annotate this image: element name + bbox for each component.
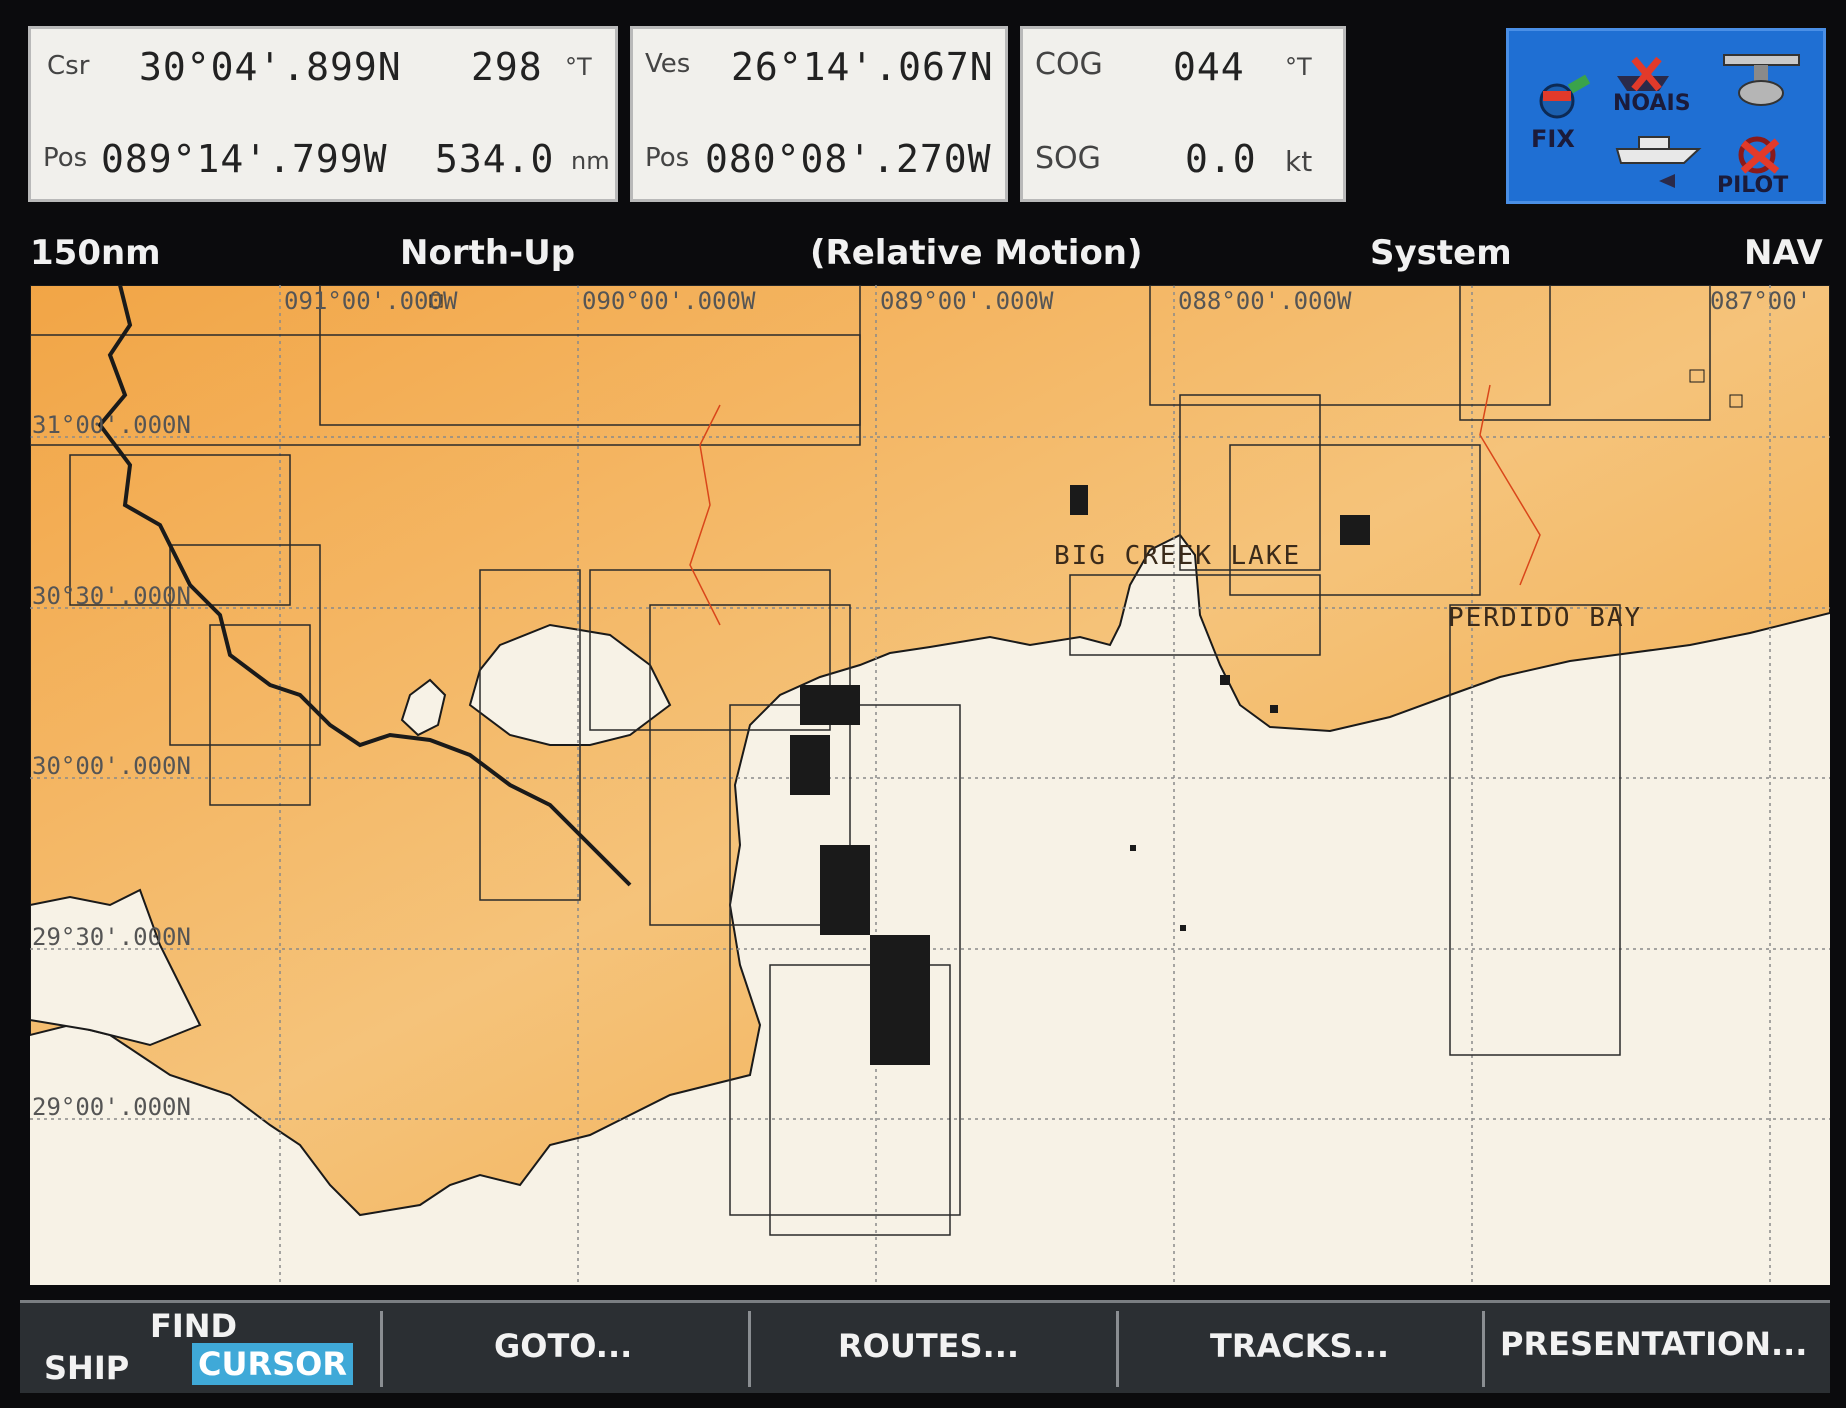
pos-label: Pos [43, 143, 88, 173]
course-readout-panel: COG 044 °T SOG 0.0 kt [1020, 26, 1346, 202]
lon-label-087: 087°00' [1710, 287, 1812, 315]
gps-fix-icon [1539, 74, 1591, 119]
noais-label: NOAIS [1613, 91, 1691, 116]
pilot-label: PILOT [1717, 173, 1789, 198]
lat-label-30: 30°00'.000N [32, 752, 191, 780]
cursor-range: 534.0 [435, 137, 555, 181]
chart-svg [30, 285, 1830, 1285]
softkey-divider [1116, 1311, 1119, 1387]
vessel-pos-label: Pos [645, 143, 690, 173]
motion-mode[interactable]: (Relative Motion) [810, 233, 1143, 273]
lon-label-090: 090°00'.000W [582, 287, 756, 315]
lat-label-31: 31°00'.000N [32, 411, 191, 439]
boat-icon [1615, 136, 1702, 188]
pilot-helm-icon [1738, 136, 1780, 174]
softkey-divider [380, 1311, 383, 1387]
system-label: System [1370, 233, 1512, 273]
sog-unit: kt [1285, 145, 1313, 178]
vessel-longitude: 080°08'.270W [705, 137, 992, 181]
lon-label-089: 089°00'.000W [880, 287, 1054, 315]
lat-label-29-30: 29°30'.000N [32, 923, 191, 951]
softkey-divider [1482, 1311, 1485, 1387]
softkey-divider [748, 1311, 751, 1387]
lat-label-30-30: 30°30'.000N [32, 582, 191, 610]
cog-label: COG [1035, 47, 1103, 82]
sog-label: SOG [1035, 141, 1101, 176]
tracks-softkey[interactable]: TRACKS... [1210, 1327, 1389, 1365]
cursor-range-unit: nm [571, 147, 610, 175]
routes-softkey[interactable]: ROUTES... [838, 1327, 1019, 1365]
ship-softkey[interactable]: SHIP [44, 1349, 129, 1387]
lon-label-091: 091°00'.000W [284, 287, 458, 315]
perdido-bay-label: PERDIDO BAY [1448, 603, 1643, 633]
orientation-mode[interactable]: North-Up [400, 233, 575, 273]
lon-label-088: 088°00'.000W [1178, 287, 1352, 315]
cog-value: 044 [1173, 45, 1245, 89]
cursor-bearing: 298 [471, 45, 543, 89]
status-panel[interactable]: FIX NOAIS PILOT [1506, 28, 1826, 204]
vessel-readout-panel: Ves 26°14'.067N Pos 080°08'.270W [630, 26, 1008, 202]
sog-value: 0.0 [1185, 137, 1257, 181]
radar-antenna-icon [1723, 54, 1800, 106]
cursor-longitude: 089°14'.799W [101, 137, 388, 181]
ais-disabled-icon [1617, 56, 1669, 92]
cursor-softkey[interactable]: CURSOR [192, 1343, 353, 1385]
chart-info-bar: 150nm North-Up (Relative Motion) System … [20, 225, 1830, 283]
chart-canvas[interactable]: 091°00'.000W 090°00'.000W 089°00'.000W 0… [30, 285, 1830, 1285]
cursor-bearing-unit: °T [565, 53, 592, 81]
nav-mode-label: NAV [1744, 233, 1823, 273]
csr-label: Csr [47, 51, 90, 81]
big-creek-lake-label: BIG CREEK LAKE [1054, 541, 1302, 571]
cursor-readout-panel: Csr 30°04'.899N 298 °T Pos 089°14'.799W … [28, 26, 618, 202]
range-scale[interactable]: 150nm [30, 233, 161, 273]
lat-label-29: 29°00'.000N [32, 1093, 191, 1121]
ves-label: Ves [645, 49, 691, 79]
presentation-softkey[interactable]: PRESENTATION... [1500, 1325, 1807, 1363]
softkey-bar: SHIP FIND CURSOR GOTO... ROUTES... TRACK… [20, 1300, 1830, 1393]
cursor-latitude: 30°04'.899N [139, 45, 402, 89]
vessel-latitude: 26°14'.067N [731, 45, 994, 89]
fix-label: FIX [1531, 125, 1575, 153]
cog-unit: °T [1285, 53, 1312, 81]
find-label: FIND [150, 1307, 238, 1345]
goto-softkey[interactable]: GOTO... [494, 1327, 632, 1365]
